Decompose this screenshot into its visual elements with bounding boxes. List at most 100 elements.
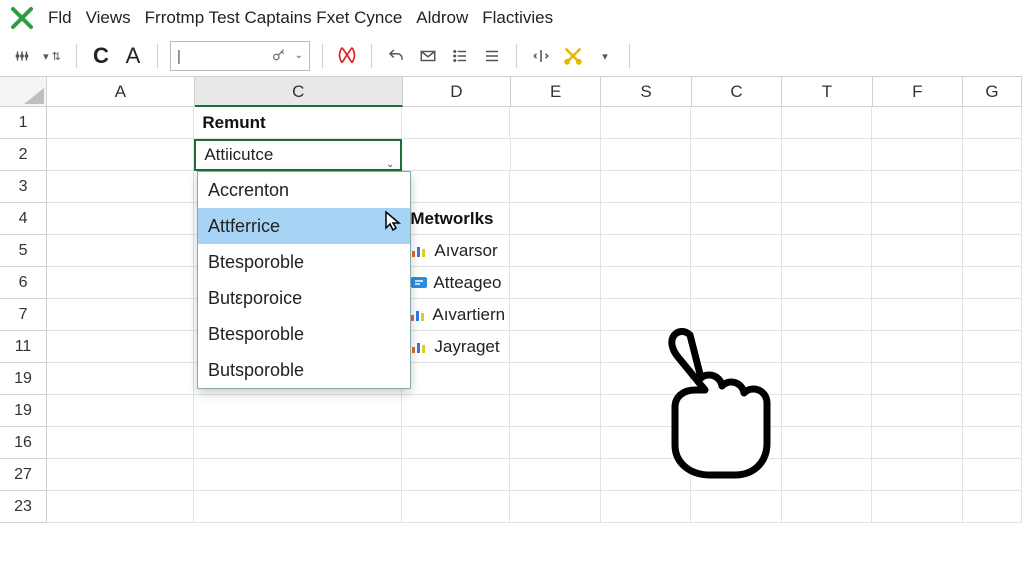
cell[interactable] [872,331,962,363]
cell[interactable] [782,203,872,235]
cell[interactable] [782,107,872,139]
dropdown-item[interactable]: Accrenton [198,172,410,208]
cell[interactable] [601,267,691,299]
cell[interactable] [47,363,194,395]
dropdown-item[interactable]: Butεporoice [198,280,410,316]
cell[interactable] [691,267,781,299]
menu-views[interactable]: Views [86,8,131,28]
cell[interactable] [510,459,600,491]
menu-fld[interactable]: Fld [48,8,72,28]
row-header[interactable]: 19 [0,395,47,427]
row-header[interactable]: 19 [0,363,47,395]
cell[interactable] [510,235,600,267]
menu-flactivies[interactable]: Flactivies [482,8,553,28]
cell[interactable] [402,491,510,523]
col-header-D[interactable]: D [403,77,511,107]
select-all-corner[interactable] [0,77,47,107]
ribbon-icon[interactable] [335,42,359,70]
cell[interactable] [47,331,194,363]
cell[interactable] [510,363,600,395]
cell[interactable] [510,171,600,203]
row-header[interactable]: 2 [0,139,47,171]
cell[interactable] [194,395,402,427]
row-header[interactable]: 4 [0,203,47,235]
cell[interactable] [782,395,872,427]
cell[interactable] [601,491,691,523]
letter-c-button[interactable]: C [89,42,113,70]
cell[interactable] [872,427,962,459]
cell[interactable] [402,171,510,203]
cell[interactable] [402,363,510,395]
cut-icon[interactable] [561,42,585,70]
cell[interactable] [782,171,872,203]
cell[interactable] [963,363,1022,395]
cell[interactable] [782,363,872,395]
cell-d4[interactable]: Metworlks [402,203,510,235]
menu-aldrow[interactable]: Aldrow [416,8,468,28]
name-box-input[interactable]: | ⌄ [170,41,310,71]
row-header[interactable]: 1 [0,107,47,139]
align-icon[interactable] [480,42,504,70]
dropdown-item[interactable]: Butsporoble [198,352,410,388]
validation-dropdown[interactable]: Accrenton Attferrice Btesporoble Butεpor… [197,171,411,389]
cell[interactable] [872,171,962,203]
cell[interactable] [194,427,402,459]
cell-d11[interactable]: Jayraget [402,331,510,363]
cell[interactable] [782,139,872,171]
cell[interactable] [963,267,1022,299]
cell[interactable] [691,203,781,235]
undo-icon[interactable] [384,42,408,70]
cell[interactable] [691,139,781,171]
cell[interactable] [963,235,1022,267]
cell[interactable] [691,491,781,523]
cell[interactable] [47,395,194,427]
cell[interactable] [510,299,600,331]
cell-d6[interactable]: Atteageo [402,267,510,299]
cell[interactable] [963,107,1022,139]
cell[interactable] [872,299,962,331]
cell[interactable] [691,107,781,139]
col-header-E[interactable]: E [511,77,601,107]
cell[interactable] [963,427,1022,459]
cell[interactable] [691,171,781,203]
cell[interactable] [872,459,962,491]
cell[interactable] [47,491,194,523]
row-header[interactable]: 23 [0,491,47,523]
cell[interactable] [47,267,194,299]
cell[interactable] [194,491,402,523]
list-icon[interactable] [448,42,472,70]
cell[interactable] [601,235,691,267]
dropdown-item[interactable]: Btesporoble [198,244,410,280]
cell[interactable] [510,331,600,363]
cell[interactable] [510,203,600,235]
col-header-F[interactable]: F [873,77,963,107]
cell[interactable] [47,107,194,139]
row-header[interactable]: 5 [0,235,47,267]
col-header-C2[interactable]: C [692,77,782,107]
cell[interactable] [782,331,872,363]
cell[interactable] [782,235,872,267]
cell[interactable] [47,139,194,171]
cell[interactable] [872,203,962,235]
cell[interactable] [872,235,962,267]
row-header[interactable]: 6 [0,267,47,299]
cell[interactable] [402,107,510,139]
cell[interactable] [194,459,402,491]
cell[interactable] [47,459,194,491]
cell[interactable] [510,107,600,139]
cell[interactable] [872,139,962,171]
cell[interactable] [402,459,510,491]
cell[interactable] [782,267,872,299]
cell[interactable] [963,331,1022,363]
col-header-C[interactable]: C [195,77,403,107]
row-header[interactable]: 3 [0,171,47,203]
menu-frrotmp[interactable]: Frrotmp Test Captains Fxet Cynce [145,8,403,28]
col-header-S[interactable]: S [601,77,691,107]
col-header-G[interactable]: G [963,77,1022,107]
cell[interactable] [872,363,962,395]
cell[interactable] [782,299,872,331]
cell[interactable] [510,267,600,299]
row-header[interactable]: 27 [0,459,47,491]
cell[interactable] [782,427,872,459]
split-icon[interactable] [529,42,553,70]
